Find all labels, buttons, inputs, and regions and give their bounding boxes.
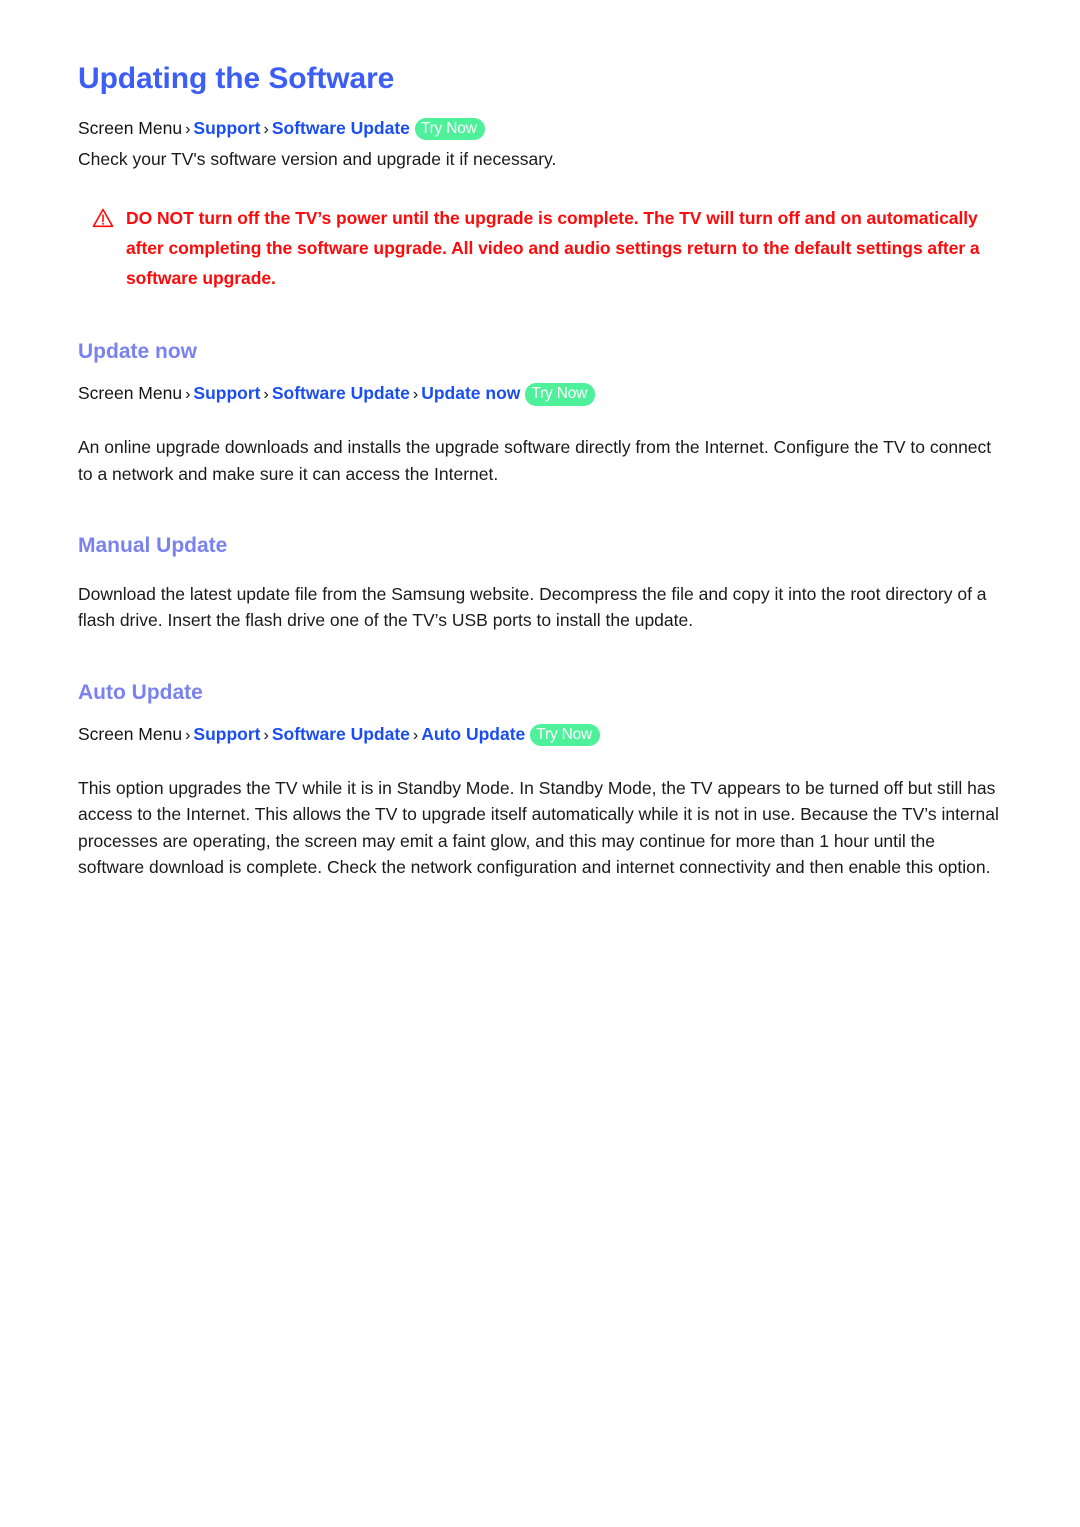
section-heading-update-now: Update now	[78, 340, 197, 364]
breadcrumb-link-software-update[interactable]: Software Update	[272, 383, 410, 403]
section-paragraph-manual-update: Download the latest update file from the…	[78, 583, 987, 631]
warning-text: DO NOT turn off the TV’s power until the…	[126, 207, 980, 289]
breadcrumb-separator: ›	[263, 726, 269, 744]
try-now-badge[interactable]: Try Now	[530, 723, 600, 747]
document-page: Updating the Software Screen Menu › Suppor…	[0, 0, 1080, 1527]
section-paragraph-update-now: An online upgrade downloads and installs…	[78, 437, 992, 484]
breadcrumb-link-auto-update[interactable]: Auto Update	[421, 724, 525, 744]
try-now-badge[interactable]: Try Now	[414, 117, 485, 140]
breadcrumb-link-support[interactable]: Support	[193, 118, 260, 138]
breadcrumb-root: Screen Menu	[78, 117, 183, 138]
breadcrumb-separator: ›	[412, 726, 419, 744]
breadcrumb-link-support[interactable]: Support	[193, 724, 260, 744]
breadcrumb-link-software-update[interactable]: Software Update	[272, 118, 410, 138]
section-paragraph-auto-update: This option upgrades the TV while it is …	[78, 777, 999, 878]
section-update-now: Update now Screen Menu › Support › Software …	[78, 339, 1008, 487]
page-title: Updating the Software	[78, 62, 395, 95]
section-heading-manual-update: Manual Update	[78, 534, 228, 558]
intro-paragraph: Check your TV's software version and upg…	[78, 149, 557, 170]
breadcrumb-auto-update: Screen Menu › Support › Software Update › Auto…	[78, 721, 1008, 749]
breadcrumb-intro: Screen Menu › Support › Software Update Try N…	[78, 115, 1008, 143]
section-auto-update: Auto Update Screen Menu › Support › Software…	[78, 680, 1008, 881]
breadcrumb-separator: ›	[185, 726, 191, 744]
breadcrumb-link-software-update[interactable]: Software Update	[272, 724, 410, 744]
section-heading-auto-update: Auto Update	[78, 680, 203, 704]
breadcrumb-update-now: Screen Menu › Support › Software Update › Upda…	[78, 380, 1008, 408]
warning-callout: DO NOT turn off the TV’s power until the…	[92, 203, 1008, 293]
breadcrumb-separator: ›	[263, 386, 269, 404]
breadcrumb-root: Screen Menu	[78, 383, 183, 404]
try-now-badge[interactable]: Try Now	[525, 383, 596, 406]
breadcrumb-root: Screen Menu	[78, 723, 183, 744]
breadcrumb-separator: ›	[185, 120, 191, 138]
section-manual-update: Manual Update Download the latest update…	[78, 533, 1008, 633]
warning-triangle-icon	[92, 207, 114, 229]
breadcrumb-separator: ›	[263, 120, 269, 138]
breadcrumb-separator: ›	[185, 386, 191, 404]
breadcrumb-separator: ›	[412, 386, 419, 404]
breadcrumb-link-update-now[interactable]: Update now	[421, 383, 520, 403]
breadcrumb-link-support[interactable]: Support	[193, 383, 260, 403]
